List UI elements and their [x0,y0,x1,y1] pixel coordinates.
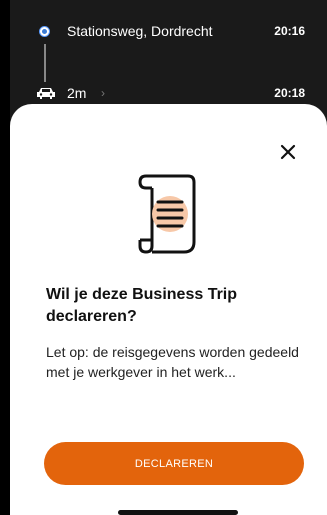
declare-bottom-sheet: Wil je deze Business Trip declareren? Le… [10,104,327,515]
close-icon[interactable] [279,143,297,161]
origin-name: Stationsweg, Dordrecht [67,23,213,39]
screen: Stationsweg, Dordrecht 20:16 2m › 20:18 [0,0,327,515]
receipt-scroll-icon [138,174,196,254]
home-indicator [118,510,238,515]
sheet-title: Wil je deze Business Trip declareren? [46,286,238,325]
chevron-right-icon: › [101,86,105,100]
distance-time: 20:18 [274,86,305,100]
declare-button[interactable]: DECLAREREN [44,442,304,485]
origin-time: 20:16 [274,24,305,38]
trip-origin-row[interactable]: Stationsweg, Dordrecht 20:16 [10,16,327,46]
route-line [44,44,46,82]
sheet-description: Let op: de reisgegevens worden gedeeld m… [46,344,299,380]
distance-value: 2m [67,85,87,101]
origin-dot-icon [40,26,49,36]
